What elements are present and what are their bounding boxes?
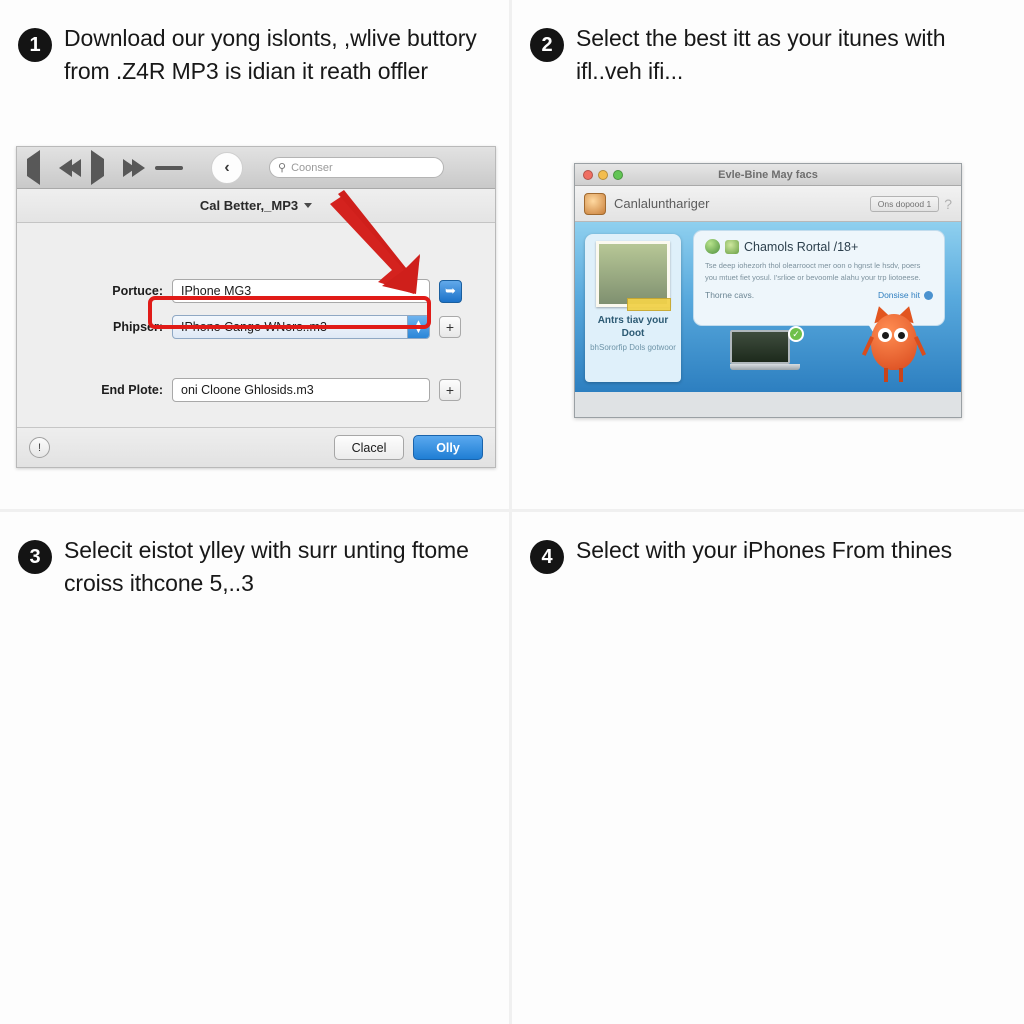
check-badge-icon: ✓ xyxy=(788,326,804,342)
add-button-phipser[interactable]: + xyxy=(439,316,461,338)
question-mark-icon[interactable]: ? xyxy=(944,196,952,212)
field-label-phipser: Phipser: xyxy=(112,320,163,334)
bubble-body: Tse deep iohezorh thol olearrooct mer oo… xyxy=(705,261,921,282)
panel-step-1: 1 Download our yong islonts, ,wlive butt… xyxy=(0,0,512,512)
back-button[interactable]: ‹ xyxy=(211,151,243,184)
field-row-endplote: End Plote: oni Cloone Ghlosids.m3 + xyxy=(89,378,461,402)
fast-forward-icon[interactable] xyxy=(123,158,145,177)
bubble-footer: Thorne cavs. Donsise hit xyxy=(705,290,933,300)
bubble-link-label: Donsise hit xyxy=(877,290,920,301)
dialog-subtitle: Cal Better,_MP3 xyxy=(199,198,299,213)
step-4-heading: 4 Select with your iPhones From thines xyxy=(512,512,1024,574)
search-icon: ⚲ xyxy=(278,162,287,174)
field-select-phipser[interactable]: IPhone Cange WNors..m3 ▲ ▼ xyxy=(172,315,430,339)
globe-icon xyxy=(705,239,720,254)
field-input-endplote[interactable]: oni Cloone Ghlosids.m3 xyxy=(172,378,430,402)
panel-step-3: 3 Selecit eistot ylley with surr unting … xyxy=(0,512,512,1024)
step-2-badge: 2 xyxy=(530,28,564,62)
laptop-screen xyxy=(730,330,790,364)
status-badge[interactable]: Ons dopood 1 xyxy=(869,195,940,212)
ok-button[interactable]: Olly xyxy=(413,435,483,460)
previous-triangle-icon[interactable] xyxy=(27,149,47,185)
rewind-icon[interactable] xyxy=(59,158,81,177)
hero-banner: Antrs tiav your Doot bhSororfip Dols got… xyxy=(575,222,961,392)
search-input[interactable]: ⚲ Coonser xyxy=(269,157,444,178)
plant-icon xyxy=(725,239,739,254)
hero-card: Antrs tiav your Doot bhSororfip Dols got… xyxy=(585,234,681,382)
laptop-base xyxy=(730,364,800,370)
field-label-portuce: Portuce: xyxy=(112,284,163,298)
cancel-button[interactable]: Clacel xyxy=(334,435,404,460)
hero-card-subtitle: bhSororfip Dols gotwoor xyxy=(590,343,676,352)
panel-step-2: 2 Select the best itt as your itunes wit… xyxy=(512,0,1024,512)
step-1-heading: 1 Download our yong islonts, ,wlive butt… xyxy=(0,0,509,87)
itunes-toolbar: ‹ ⚲ Coonser xyxy=(17,147,495,189)
laptop-illustration: ✓ xyxy=(730,326,804,378)
field-row-phipser: Phipser: IPhone Cange WNors..m3 ▲ ▼ + xyxy=(89,315,461,339)
footer-buttons: Clacel Olly xyxy=(334,435,483,460)
step-3-heading: 3 Selecit eistot ylley with surr unting … xyxy=(0,512,509,599)
bubble-thanks: Thorne cavs. xyxy=(705,290,755,301)
search-placeholder: Coonser xyxy=(291,161,333,174)
play-icon[interactable] xyxy=(91,149,111,185)
help-button[interactable]: ! xyxy=(29,437,50,458)
arrow-circle-icon xyxy=(924,290,933,300)
stepper-arrows-icon[interactable]: ▲ ▼ xyxy=(407,316,429,338)
red-arrow-annotation xyxy=(330,190,420,294)
bubble-link[interactable]: Donsise hit xyxy=(878,290,933,300)
field-label-endplote: End Plote: xyxy=(101,383,163,397)
step-3-text: Selecit eistot ylley with surr unting ft… xyxy=(64,537,469,596)
tutorial-collage: 1 Download our yong islonts, ,wlive butt… xyxy=(0,0,1024,1024)
chevron-down-icon xyxy=(304,203,313,208)
bubble-title: Chamols Rortal /18+ xyxy=(744,239,859,254)
step-4-text: Select with your iPhones From thines xyxy=(576,537,953,563)
panel-step-4: 4 Select with your iPhones From thines ●… xyxy=(512,512,1024,1024)
share-button[interactable]: ➥ xyxy=(439,279,462,303)
hero-tag xyxy=(627,298,671,311)
step-2-text: Select the best itt as your itunes with … xyxy=(576,25,946,84)
avatar xyxy=(584,192,606,215)
step-1-text: Download our yong islonts, ,wlive buttor… xyxy=(64,25,477,84)
bar-right-controls: Ons dopood 1 ? xyxy=(869,195,952,212)
window-titlebar: Evle-Bine May facs xyxy=(575,164,961,186)
browser-window: Evle-Bine May facs Canlalunthariger Ons … xyxy=(574,163,962,418)
bubble-header: Chamols Rortal /18+ xyxy=(705,239,933,254)
step-4-badge: 4 xyxy=(530,540,564,574)
window-title: Evle-Bine May facs xyxy=(718,168,818,181)
step-3-badge: 3 xyxy=(18,540,52,574)
user-name: Canlalunthariger xyxy=(614,196,710,211)
account-bar: Canlalunthariger Ons dopood 1 ? xyxy=(575,186,961,222)
hero-card-title: Antrs tiav your Doot xyxy=(597,315,669,339)
dialog-footer: ! Clacel Olly xyxy=(17,427,495,467)
mascot-illustration xyxy=(861,302,927,382)
volume-dash-icon[interactable] xyxy=(155,165,183,170)
step-2-heading: 2 Select the best itt as your itunes wit… xyxy=(512,0,1024,87)
step-1-badge: 1 xyxy=(18,28,52,62)
field-select-value: IPhone Cange WNors..m3 xyxy=(181,320,327,334)
add-button-endplote[interactable]: + xyxy=(439,379,461,401)
